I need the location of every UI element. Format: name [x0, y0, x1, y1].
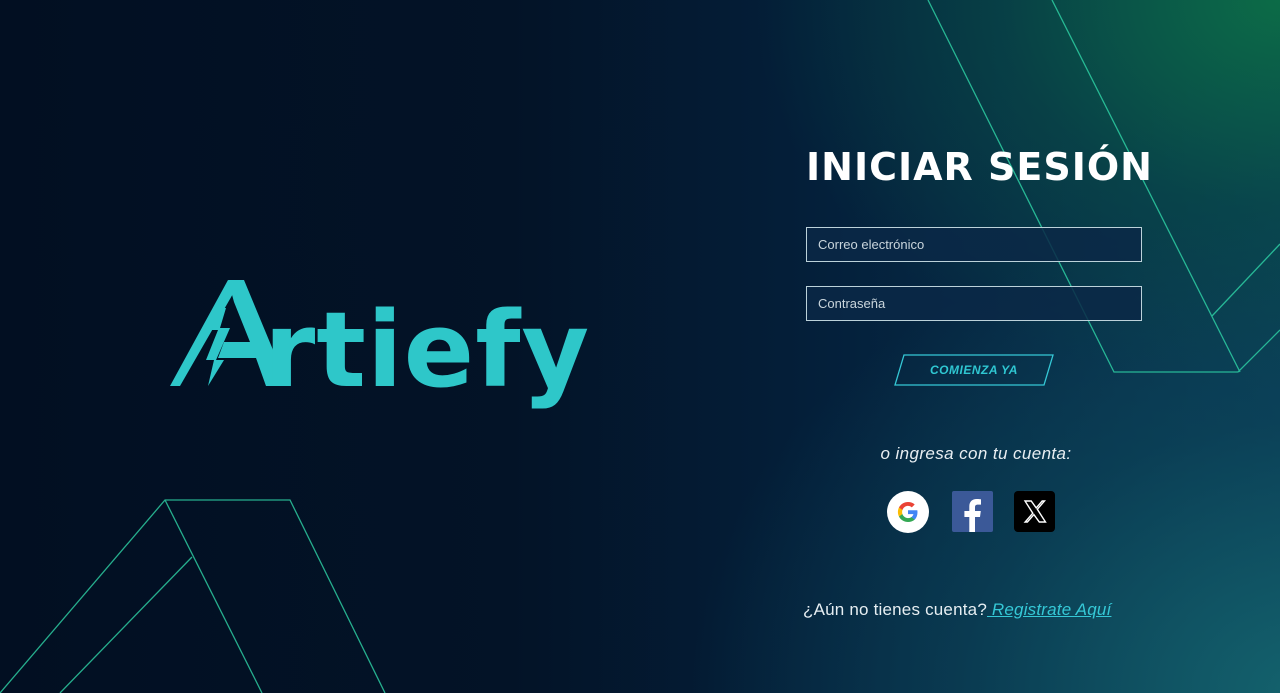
facebook-login-button[interactable] [952, 490, 994, 532]
email-field[interactable] [806, 227, 1142, 262]
artiefy-logo: rtiefy [168, 278, 628, 418]
signup-prompt: ¿Aún no tienes cuenta? Registrate Aquí [803, 600, 1163, 620]
signup-question: ¿Aún no tienes cuenta? [803, 600, 987, 619]
logo-wordmark: rtiefy [264, 289, 590, 411]
page-title: INICIAR SESIÓN [806, 145, 1153, 189]
x-login-button[interactable] [1014, 490, 1056, 532]
social-login-prompt: o ingresa con tu cuenta: [880, 444, 1072, 463]
submit-button-label: COMIENZA YA [930, 363, 1018, 377]
register-link[interactable]: Registrate Aquí [987, 600, 1111, 619]
submit-button[interactable]: COMIENZA YA [894, 354, 1054, 386]
facebook-icon [952, 491, 993, 532]
x-icon [1014, 491, 1055, 532]
google-login-button[interactable] [886, 490, 929, 533]
password-field[interactable] [806, 286, 1142, 321]
google-icon [887, 491, 929, 533]
